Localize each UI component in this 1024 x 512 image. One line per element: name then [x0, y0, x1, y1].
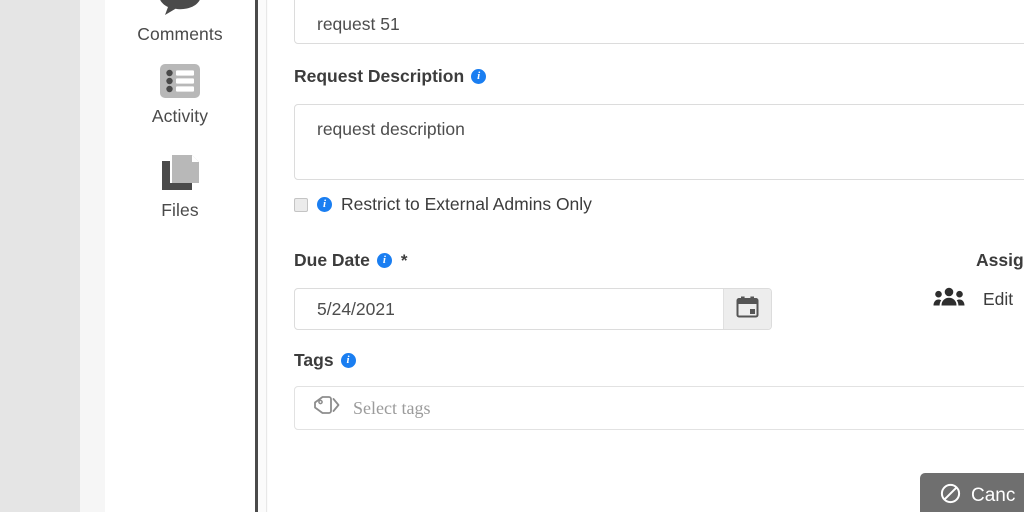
request-description-label: Request Description i	[294, 66, 487, 87]
tags-icon	[313, 395, 343, 422]
tags-select-field[interactable]: Select tags	[294, 386, 1024, 430]
sidebar-item-files-label: Files	[161, 200, 199, 220]
cancel-button[interactable]: Canc	[920, 473, 1024, 512]
assignees-edit-row[interactable]: Edit	[933, 286, 1013, 313]
info-icon[interactable]: i	[340, 353, 356, 368]
restrict-external-admins-row[interactable]: i Restrict to External Admins Only	[294, 194, 592, 215]
files-copy-icon	[157, 152, 203, 194]
cancel-button-label: Canc	[971, 485, 1016, 506]
users-group-icon	[933, 286, 965, 313]
activity-list-icon	[157, 62, 203, 100]
due-date-label-text: Due Date	[294, 250, 370, 270]
tags-label-text: Tags	[294, 350, 334, 370]
request-title-input[interactable]: request 51	[294, 0, 1024, 44]
panel-gap-line	[266, 0, 267, 512]
tags-placeholder-text: Select tags	[353, 397, 431, 418]
comments-icon	[157, 0, 203, 18]
restrict-external-admins-label: Restrict to External Admins Only	[341, 194, 592, 214]
no-entry-icon	[940, 483, 961, 510]
sidebar-item-comments[interactable]: Comments	[105, 0, 255, 45]
page-gutter-inner	[80, 0, 105, 512]
sidebar-item-comments-label: Comments	[137, 24, 223, 44]
due-date-input[interactable]: 5/24/2021	[295, 289, 723, 329]
info-icon[interactable]: i	[471, 69, 487, 84]
request-form-panel: request 51 Request Description i request…	[268, 0, 1024, 512]
calendar-icon	[736, 296, 759, 323]
restrict-external-admins-checkbox[interactable]	[294, 197, 308, 212]
assignees-edit-label: Edit	[983, 289, 1014, 309]
tags-label: Tags i	[294, 350, 356, 371]
sidebar-item-activity[interactable]: Activity	[105, 62, 255, 127]
request-description-textarea[interactable]: request description	[294, 104, 1024, 180]
required-marker: *	[400, 250, 408, 270]
page-gutter-outer	[0, 0, 80, 512]
left-sidebar: Comments Activity Files	[105, 0, 255, 512]
due-date-label: Due Date i *	[294, 250, 407, 271]
due-date-field[interactable]: 5/24/2021	[294, 288, 772, 330]
calendar-picker-button[interactable]	[723, 289, 771, 329]
sidebar-item-activity-label: Activity	[151, 106, 209, 126]
info-icon[interactable]: i	[376, 253, 392, 268]
sidebar-item-files[interactable]: Files	[105, 152, 255, 221]
app-screenshot: Comments Activity Files request 51 Reque…	[0, 0, 1024, 512]
info-icon[interactable]: i	[317, 197, 332, 212]
assignees-label: Assig	[976, 250, 1024, 270]
request-description-label-text: Request Description	[294, 66, 465, 86]
